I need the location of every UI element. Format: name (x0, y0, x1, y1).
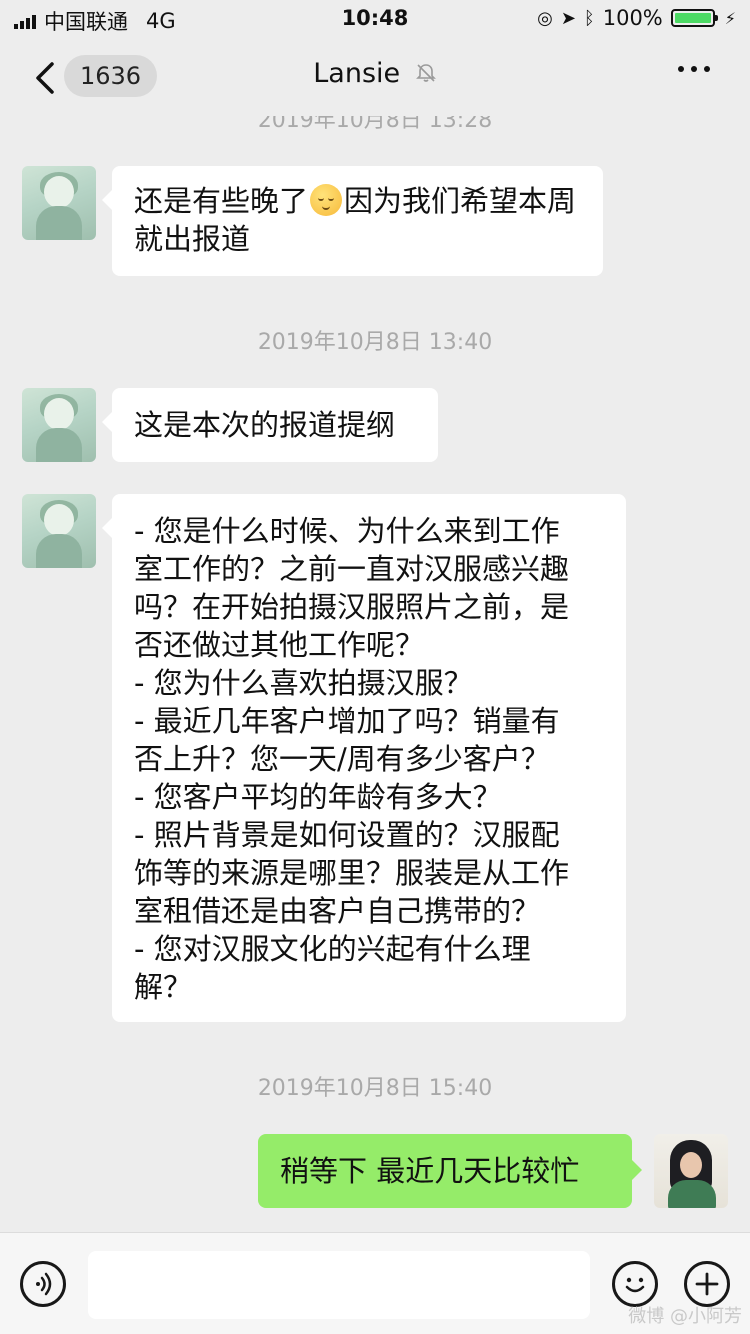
chat-title: Lansie (0, 58, 750, 89)
message-bubble[interactable]: 还是有些晚了 因为我们希望本周就出报道 (102, 166, 603, 276)
battery-percent: 100% (602, 6, 663, 30)
message-line: 否上升？您一天/周有多少客户？ (134, 742, 550, 776)
message-line: - 您对汉服文化的兴起有什么理 (134, 932, 531, 966)
message-line: - 您为什么喜欢拍摄汉服？ (134, 666, 473, 700)
message-input[interactable] (88, 1251, 590, 1319)
watermark: 微博 @小阿芳 (628, 1306, 742, 1327)
input-bar: 微博 @小阿芳 (0, 1232, 750, 1334)
message-line: 室租借还是由客户自己携带的？ (134, 894, 541, 928)
message-line: - 您是什么时候、为什么来到工作 (134, 514, 560, 548)
charging-bolt-icon: ⚡ (724, 8, 736, 28)
message-line: - 照片背景是如何设置的？汉服配 (134, 818, 560, 852)
message-line: 吗？在开始拍摄汉服照片之前，是 (134, 590, 570, 624)
orientation-lock-icon: ◎ (537, 7, 553, 29)
timestamp: 2019年10月8日 13:40 (257, 330, 493, 355)
message-line: 室工作的？之前一直对汉服感兴趣 (134, 552, 570, 586)
timestamp: 2019年10月8日 13:28 (257, 116, 493, 133)
timestamp: 2019年10月8日 15:40 (257, 1076, 493, 1101)
message-line: - 您客户平均的年龄有多大？ (134, 780, 502, 814)
status-right: ◎ ➤ ᛒ 100% ⚡ (537, 6, 736, 30)
bluetooth-icon: ᛒ (583, 7, 595, 29)
my-message-bubble[interactable]: 稍等下 最近几天比较忙 (258, 1134, 642, 1208)
smiling-face-emoji-icon (310, 184, 343, 216)
contact-avatar[interactable] (22, 388, 96, 462)
message-list[interactable]: 2019年10月8日 13:28 还是有些晚了 因为我们希望本周就出报道 2019… (0, 116, 750, 1232)
contact-avatar[interactable] (22, 494, 96, 568)
voice-icon[interactable] (20, 1261, 66, 1307)
plus-icon[interactable] (684, 1261, 730, 1307)
message-line: 饰等的来源是哪里？服装是从工作 (134, 856, 570, 890)
message-text: 还是有些晚了 (134, 184, 309, 218)
message-bubble[interactable]: - 您是什么时候、为什么来到工作 室工作的？之前一直对汉服感兴趣 吗？在开始拍摄… (102, 494, 626, 1022)
message-text: 稍等下 最近几天比较忙 (280, 1154, 580, 1188)
message-text: 这是本次的报道提纲 (134, 408, 396, 442)
chat-header: 1636 Lansie (0, 40, 750, 116)
message-bubble[interactable]: 这是本次的报道提纲 (102, 388, 438, 462)
mute-bell-icon (415, 64, 436, 82)
emoji-icon[interactable] (612, 1261, 658, 1307)
more-dots-icon[interactable] (678, 66, 710, 72)
message-line: 否还做过其他工作呢？ (134, 628, 425, 662)
contact-avatar[interactable] (22, 166, 96, 240)
message-line: 解？ (134, 970, 193, 1004)
location-arrow-icon: ➤ (560, 7, 576, 29)
battery-icon (670, 9, 718, 27)
contact-name: Lansie (313, 58, 401, 89)
my-avatar[interactable] (654, 1134, 728, 1208)
message-line: - 最近几年客户增加了吗？销量有 (134, 704, 560, 738)
status-bar: 中国联通 4G 10:48 ◎ ➤ ᛒ 100% ⚡ (0, 0, 750, 40)
